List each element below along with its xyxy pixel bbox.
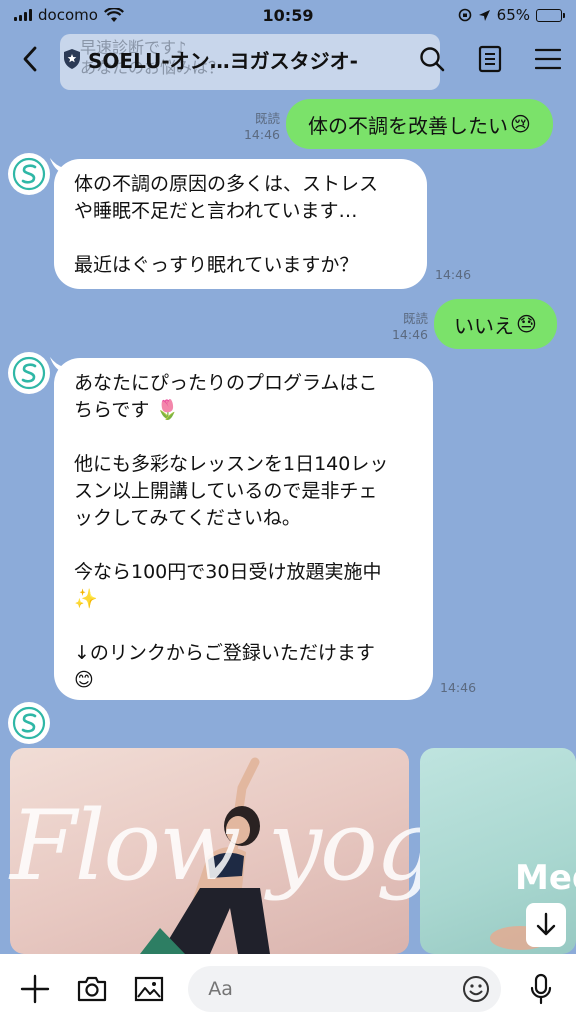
card-overlay-text: Med (515, 858, 576, 898)
plus-icon (21, 974, 50, 1004)
received-bubble[interactable]: 体の不調の原因の多くは、ストレス や睡眠不足だと言われています… 最近はぐっすり… (54, 159, 427, 289)
received-bubble[interactable]: あなたにぴったりのプログラムはこ ちらです 🌷 他にも多彩なレッスンを1日140… (54, 358, 433, 700)
location-icon (478, 9, 490, 21)
notes-button[interactable] (474, 43, 506, 75)
microphone-icon (530, 973, 551, 1005)
search-icon (420, 47, 445, 72)
message-meta: 既読 14:46 (236, 111, 280, 143)
soelu-logo-icon (12, 157, 46, 191)
avatar[interactable] (8, 702, 50, 744)
back-icon (23, 46, 37, 72)
crying-emoji: 😢 (510, 112, 531, 136)
header-actions (416, 43, 564, 75)
menu-icon (535, 48, 561, 70)
message-time: 14:46 (440, 680, 477, 695)
chat-title: SOELU-オン…ヨガスタジオ- (88, 48, 358, 73)
menu-button[interactable] (532, 43, 564, 75)
emoji-button[interactable] (461, 974, 491, 1004)
add-button[interactable] (18, 971, 53, 1007)
battery-icon (536, 8, 565, 22)
sent-message[interactable]: いいえ 😓 (434, 299, 557, 349)
message-input-wrap (188, 966, 502, 1012)
message-text: いいえ (454, 313, 514, 338)
avatar[interactable] (8, 153, 50, 195)
notes-icon (478, 45, 502, 73)
smiley-icon (463, 976, 490, 1002)
sweat-emoji: 😓 (516, 312, 537, 336)
wifi-icon (103, 7, 124, 22)
message-text: 体の不調を改善したい (308, 113, 508, 138)
card-overlay-text: Flow yoga (10, 790, 493, 902)
voice-button[interactable] (523, 971, 558, 1007)
camera-icon (78, 976, 107, 1002)
read-receipt: 既読 (402, 311, 428, 326)
carrier-label: docomo (38, 6, 98, 24)
soelu-logo-icon (12, 706, 46, 740)
signal-icon (14, 9, 32, 21)
avatar[interactable] (8, 352, 50, 394)
camera-button[interactable] (75, 971, 110, 1007)
sent-bubble[interactable]: 体の不調を改善したい 😢 (286, 99, 553, 149)
arrow-down-icon (536, 912, 556, 936)
message-time: 14:46 (391, 327, 428, 342)
photo-button[interactable] (132, 971, 167, 1007)
chat-header: 早速診断です♪ あなたのお悩みは？ SOELU-オン…ヨガスタジオ- (0, 30, 576, 90)
status-right: 65% (458, 6, 565, 24)
search-button[interactable] (416, 43, 448, 75)
status-bar: docomo 10:59 65% (0, 0, 576, 30)
status-left: docomo (14, 6, 124, 24)
shield-icon (64, 49, 80, 69)
scroll-down-button[interactable] (526, 903, 566, 947)
message-input[interactable] (188, 966, 502, 1012)
back-button[interactable] (12, 39, 48, 79)
read-receipt: 既読 (254, 111, 280, 126)
battery-percent: 65% (496, 6, 530, 24)
soelu-logo-icon (12, 356, 46, 390)
input-bar (0, 954, 576, 1024)
image-icon (134, 976, 163, 1002)
message-time: 14:46 (243, 127, 280, 142)
sent-bubble[interactable]: いいえ 😓 (434, 299, 557, 349)
message-meta: 既読 14:46 (384, 311, 428, 343)
chat-title-group[interactable]: SOELU-オン…ヨガスタジオ- (62, 45, 358, 74)
message-time: 14:46 (435, 267, 472, 282)
sent-message[interactable]: 体の不調を改善したい 😢 (286, 99, 553, 149)
orientation-lock-icon (458, 8, 471, 22)
